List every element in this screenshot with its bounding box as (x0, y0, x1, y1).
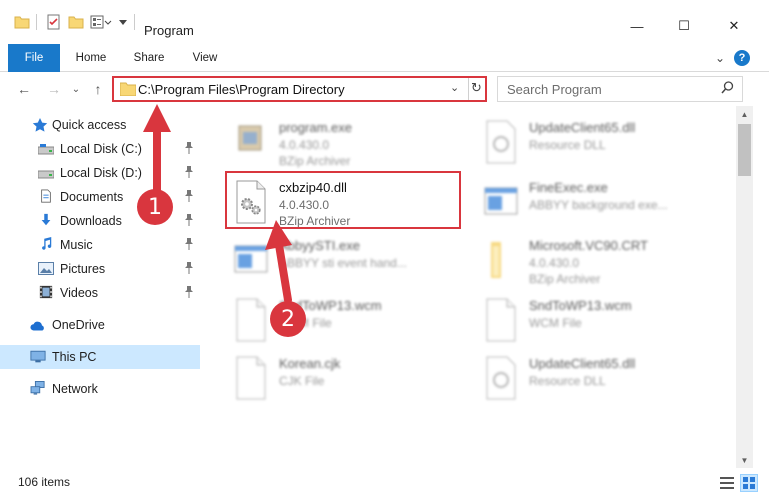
step1-arrow (143, 104, 171, 194)
step2-badge: 2 (270, 301, 306, 337)
callout-arrows (143, 104, 292, 304)
step1-badge: 1 (137, 189, 173, 225)
step2-arrow (265, 220, 292, 304)
